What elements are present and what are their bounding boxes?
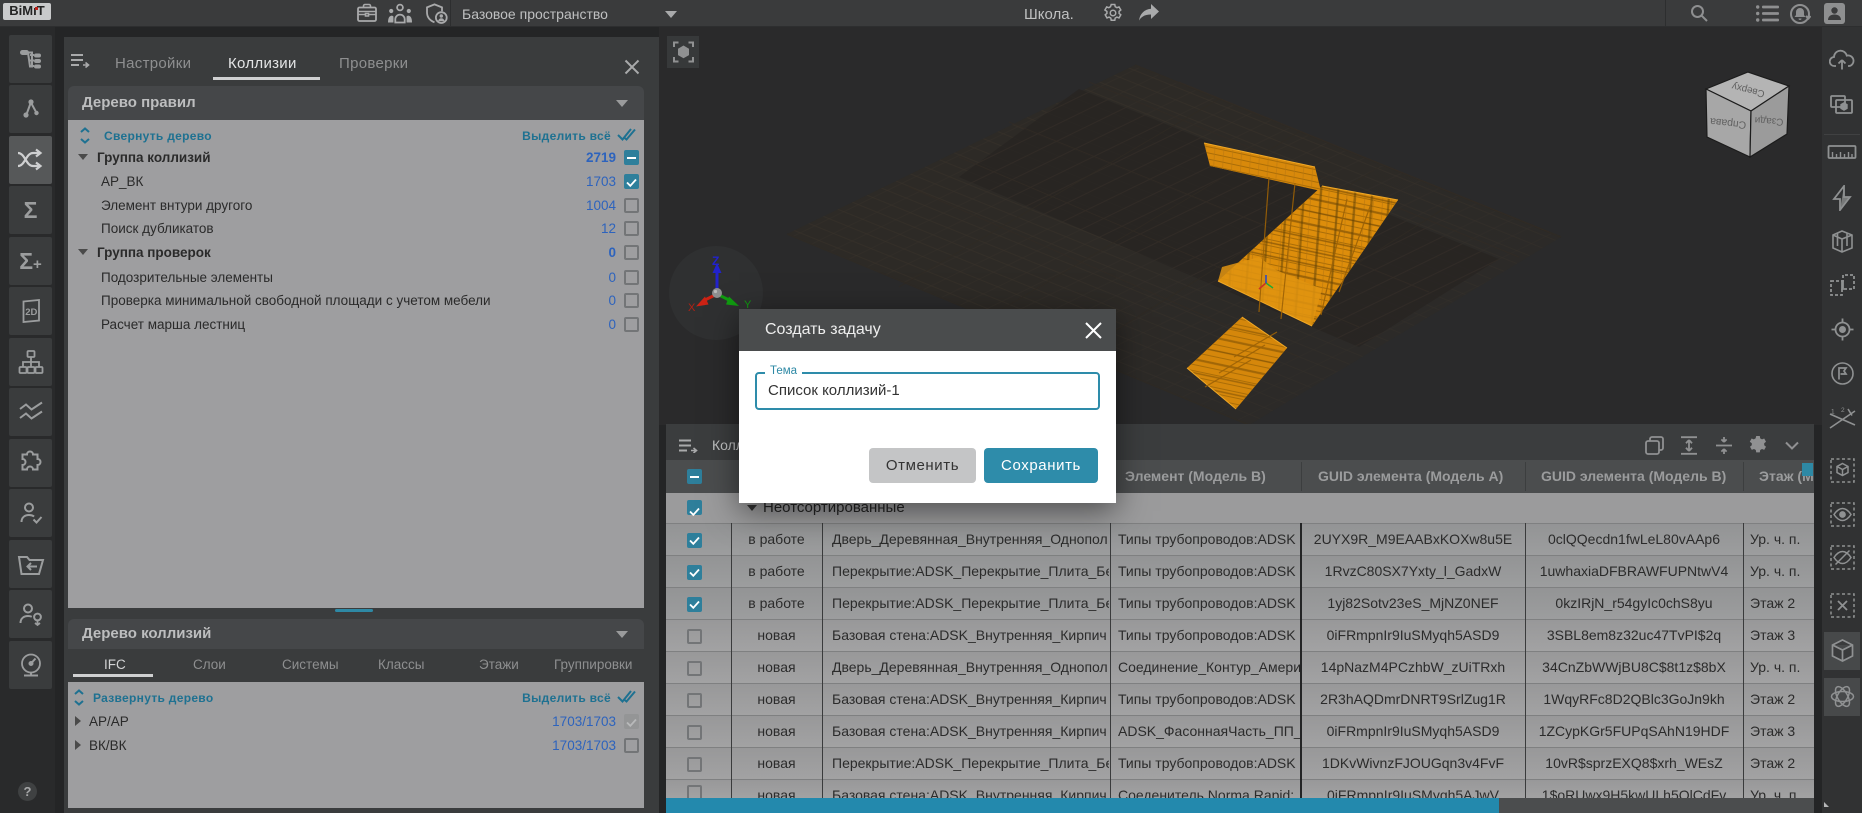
svg-text:Сзади: Сзади — [1754, 114, 1783, 127]
svg-text:Z: Z — [712, 254, 719, 268]
svg-text:2: 2 — [1841, 407, 1845, 414]
svg-text:2D: 2D — [25, 307, 37, 318]
svg-text:X: X — [688, 302, 696, 314]
svg-text:1: 1 — [1831, 409, 1835, 416]
